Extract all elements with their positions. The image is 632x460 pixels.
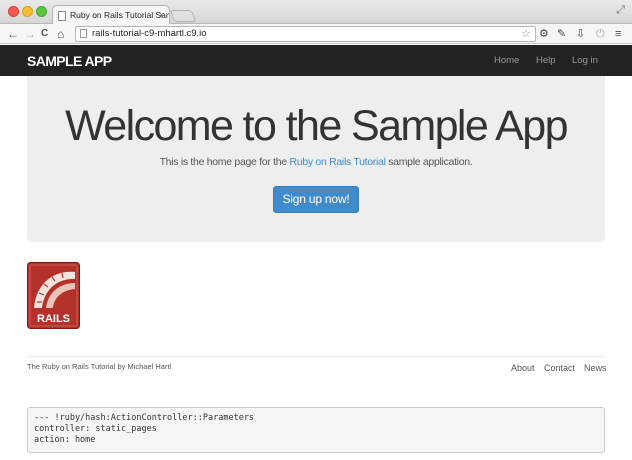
reload-button[interactable]: C (41, 26, 48, 42)
page-favicon-icon (58, 11, 66, 21)
rails-logo[interactable]: RAILS (27, 262, 80, 329)
debug-line: --- !ruby/hash:ActionController::Paramet… (34, 413, 255, 423)
footer-credit: The Ruby on Rails Tutorial by Michael Ha… (27, 362, 172, 371)
browser-tab[interactable]: Ruby on Rails Tutorial Sam × (52, 5, 170, 25)
zoom-window-button[interactable] (36, 6, 47, 17)
site-navbar: SAMPLE APP Home Help Log in (0, 45, 632, 76)
minimize-window-button[interactable] (22, 6, 33, 17)
tab-close-icon[interactable]: × (159, 6, 164, 24)
rails-logo-text: RAILS (37, 313, 70, 325)
debug-params: --- !ruby/hash:ActionController::Paramet… (27, 407, 605, 453)
address-bar[interactable]: rails-tutorial-c9-mhartl.c9.io ☆ (75, 26, 536, 42)
signup-button[interactable]: Sign up now! (273, 186, 359, 213)
bookmark-star-icon[interactable]: ☆ (521, 27, 531, 41)
debug-line: controller: static_pages (34, 424, 157, 434)
nav-link-login[interactable]: Log in (572, 55, 598, 66)
hero-lead: This is the home page for the Ruby on Ra… (27, 156, 605, 168)
tab-title: Ruby on Rails Tutorial Sam (70, 10, 170, 20)
footer-link-contact[interactable]: Contact (544, 363, 575, 373)
page-icon (80, 29, 87, 38)
extension-icon[interactable]: ✎ (557, 26, 566, 42)
browser-toolbar: ← → C ⌂ rails-tutorial-c9-mhartl.c9.io ☆… (0, 24, 632, 44)
fullscreen-icon[interactable]: ⤢ (616, 4, 625, 17)
footer-link-about[interactable]: About (511, 363, 535, 373)
gear-icon[interactable]: ⚙ (539, 26, 549, 42)
url-text: rails-tutorial-c9-mhartl.c9.io (92, 28, 207, 39)
close-window-button[interactable] (8, 6, 19, 17)
hero-jumbotron: Welcome to the Sample App This is the ho… (27, 76, 605, 242)
new-tab-button[interactable] (169, 10, 197, 22)
download-icon[interactable]: ⇩ (576, 26, 585, 42)
menu-icon[interactable]: ≡ (615, 26, 621, 42)
brand-logo[interactable]: SAMPLE APP (27, 53, 112, 69)
footer-link-news[interactable]: News (584, 363, 607, 373)
nav-link-help[interactable]: Help (536, 55, 556, 66)
browser-tab-strip: Ruby on Rails Tutorial Sam × ⤢ (0, 0, 632, 25)
nav-link-home[interactable]: Home (494, 55, 519, 66)
forward-button[interactable]: → (24, 26, 36, 42)
home-button[interactable]: ⌂ (57, 26, 64, 42)
rails-tutorial-link[interactable]: Ruby on Rails Tutorial (289, 156, 385, 168)
lead-suffix: sample application. (385, 156, 473, 168)
footer: The Ruby on Rails Tutorial by Michael Ha… (27, 356, 607, 380)
back-button[interactable]: ← (7, 26, 19, 42)
lead-prefix: This is the home page for the (159, 156, 290, 168)
power-icon[interactable]: ⏻ (596, 26, 605, 42)
debug-line: action: home (34, 435, 96, 445)
hero-title: Welcome to the Sample App (65, 102, 568, 150)
